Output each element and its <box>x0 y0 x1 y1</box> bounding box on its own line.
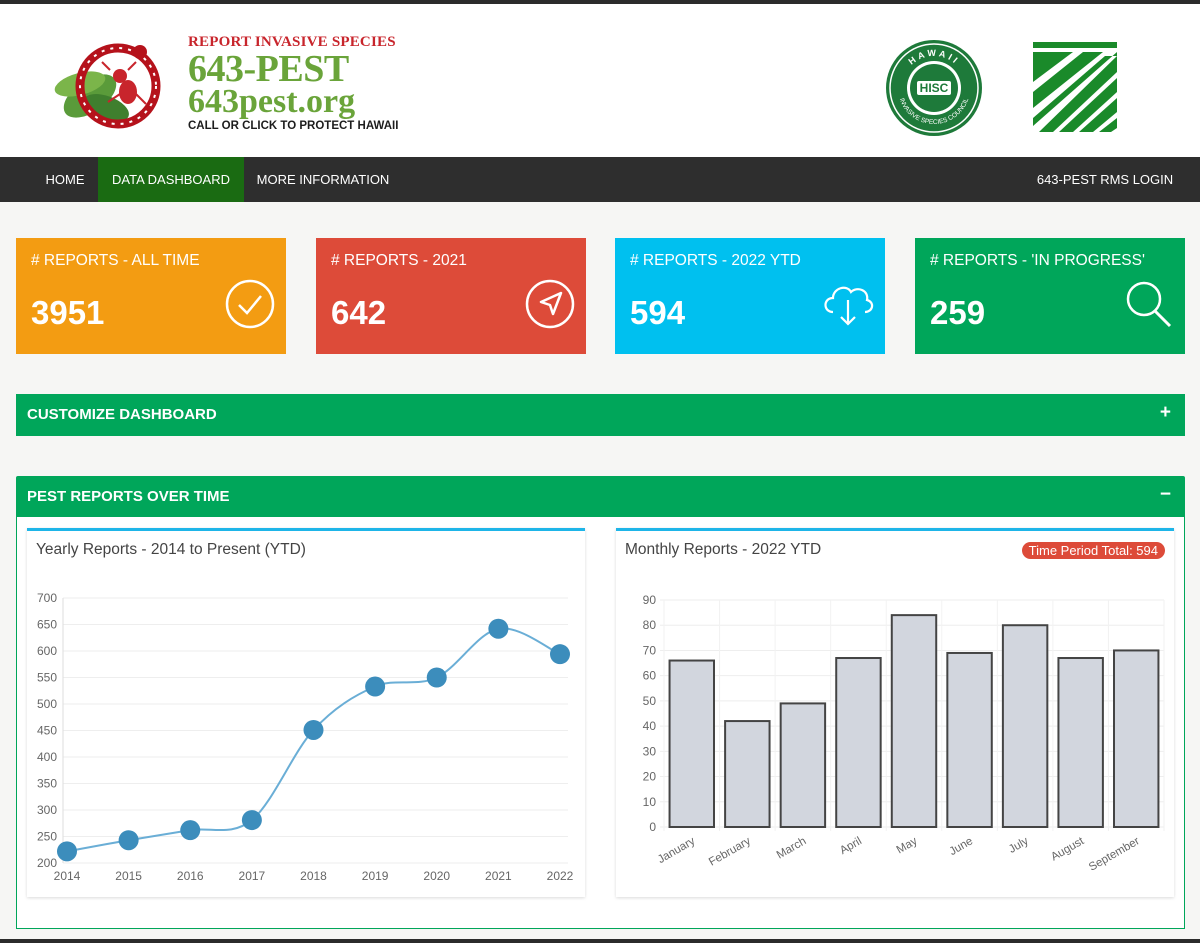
search-icon <box>1126 281 1172 328</box>
y-tick-label: 200 <box>37 856 57 870</box>
y-tick-label: 0 <box>649 820 656 834</box>
yearly-reports-card: Yearly Reports - 2014 to Present (YTD) 2… <box>27 528 585 897</box>
nav-home[interactable]: HOME <box>32 157 98 202</box>
y-tick-label: 650 <box>37 618 57 632</box>
y-tick-label: 250 <box>37 830 57 844</box>
tile-value: 594 <box>630 294 686 331</box>
y-tick-label: 90 <box>643 593 657 607</box>
bar <box>724 720 771 828</box>
monthly-reports-card: Monthly Reports - 2022 YTD Time Period T… <box>616 528 1174 897</box>
y-tick-label: 450 <box>37 724 57 738</box>
pest-reports-header[interactable]: PEST REPORTS OVER TIME − <box>16 476 1185 518</box>
bar <box>1057 657 1104 828</box>
bar <box>946 651 993 829</box>
data-point <box>488 618 509 639</box>
bar <box>890 614 938 828</box>
x-tick-label: March <box>775 835 809 861</box>
data-point <box>57 841 77 862</box>
y-tick-label: 300 <box>37 803 57 817</box>
x-tick-label: 2021 <box>485 869 512 883</box>
data-point <box>241 810 262 831</box>
x-tick-label: September <box>1087 835 1142 874</box>
logo-phone: 643-PEST <box>188 48 349 90</box>
x-tick-label: January <box>656 835 698 866</box>
tile-reports-all-time: # REPORTS - ALL TIME 3951 <box>16 238 286 354</box>
y-tick-label: 60 <box>643 669 657 683</box>
bar <box>835 657 882 828</box>
bar <box>1113 649 1160 828</box>
y-tick-label: 10 <box>643 795 657 809</box>
y-tick-label: 40 <box>643 719 657 733</box>
tile-label: # REPORTS - 'IN PROGRESS' <box>930 252 1145 269</box>
y-tick-label: 30 <box>643 744 657 758</box>
hisc-seal-icon[interactable]: HAWAII INVASIVE SPECIES COUNCIL HISC <box>884 38 984 138</box>
x-tick-label: May <box>895 835 920 856</box>
data-point <box>550 644 570 665</box>
tile-label: # REPORTS - ALL TIME <box>31 252 200 269</box>
customize-dashboard-title: CUSTOMIZE DASHBOARD <box>27 406 217 423</box>
yearly-line-chart: 200 250 300 350 400 450 500 550 600 650 700 2014 201… <box>37 591 574 883</box>
data-point <box>426 667 447 688</box>
cloud-download-icon <box>824 286 874 326</box>
y-tick-label: 350 <box>37 777 57 791</box>
nav-rms-login[interactable]: 643-PEST RMS LOGIN <box>1028 157 1182 202</box>
tile-value: 642 <box>331 294 387 331</box>
check-circle-icon <box>225 279 275 329</box>
x-tick-label: 2022 <box>547 869 574 883</box>
main-navbar: HOME DATA DASHBOARD MORE INFORMATION 643… <box>0 157 1200 202</box>
page-frame: REPORT INVASIVE SPECIES 643-PEST 643pest… <box>0 4 1200 939</box>
643pest-logo[interactable]: REPORT INVASIVE SPECIES 643-PEST 643pest… <box>50 34 410 139</box>
y-tick-label: 70 <box>643 643 657 657</box>
nav-more-information[interactable]: MORE INFORMATION <box>244 157 402 202</box>
data-point <box>118 830 139 851</box>
x-tick-label: February <box>707 835 753 869</box>
tile-value: 259 <box>930 294 986 331</box>
x-tick-label: 2019 <box>362 869 389 883</box>
tile-reports-2022-ytd: # REPORTS - 2022 YTD 594 <box>615 238 885 354</box>
seal-center-text: HISC <box>920 81 949 95</box>
logo-website: 643pest.org <box>188 83 356 120</box>
bar <box>668 659 715 828</box>
y-tick-label: 400 <box>37 750 57 764</box>
data-point <box>365 676 386 697</box>
y-tick-label: 550 <box>37 671 57 685</box>
location-arrow-icon <box>525 279 575 329</box>
x-tick-label: April <box>838 835 864 857</box>
y-tick-label: 50 <box>643 694 657 708</box>
y-tick-label: 700 <box>37 591 57 605</box>
y-tick-label: 500 <box>37 697 57 711</box>
y-tick-label: 80 <box>643 618 657 632</box>
tile-label: # REPORTS - 2022 YTD <box>630 252 801 269</box>
x-tick-label: July <box>1007 835 1031 856</box>
pest-reports-title: PEST REPORTS OVER TIME <box>27 488 230 505</box>
logo-call-to-action: CALL OR CLICK TO PROTECT HAWAII <box>188 120 399 132</box>
collapse-toggle-button[interactable]: − <box>1160 484 1171 506</box>
x-tick-label: 2018 <box>300 869 327 883</box>
y-tick-label: 600 <box>37 644 57 658</box>
tile-value: 3951 <box>31 294 105 331</box>
tile-reports-2021: # REPORTS - 2021 642 <box>316 238 586 354</box>
nav-data-dashboard[interactable]: DATA DASHBOARD <box>98 157 244 202</box>
logo-text-block: REPORT INVASIVE SPECIES 643-PEST 643pest… <box>188 34 398 132</box>
x-tick-label: 2016 <box>177 869 204 883</box>
dlnr-green-stripes-icon[interactable] <box>1033 42 1117 132</box>
customize-dashboard-header[interactable]: CUSTOMIZE DASHBOARD + <box>16 394 1185 436</box>
bar <box>779 702 827 829</box>
x-tick-label: June <box>947 835 975 858</box>
x-tick-label: 2020 <box>423 869 450 883</box>
site-header: REPORT INVASIVE SPECIES 643-PEST 643pest… <box>0 4 1200 157</box>
x-tick-label: August <box>1049 835 1087 864</box>
data-point <box>303 719 324 740</box>
expand-toggle-button[interactable]: + <box>1160 402 1171 424</box>
tile-reports-in-progress: # REPORTS - 'IN PROGRESS' 259 <box>915 238 1185 354</box>
x-tick-label: 2015 <box>115 869 142 883</box>
x-tick-label: 2017 <box>239 869 266 883</box>
bar <box>1001 624 1049 828</box>
x-tick-label: 2014 <box>54 869 81 883</box>
y-tick-label: 20 <box>643 770 657 784</box>
tile-label: # REPORTS - 2021 <box>331 252 467 269</box>
centipede-leaf-logo-icon <box>54 43 161 129</box>
data-point <box>180 820 201 841</box>
monthly-bar-chart: 0 10 20 30 40 50 60 70 80 90 January February March A… <box>643 593 1165 874</box>
